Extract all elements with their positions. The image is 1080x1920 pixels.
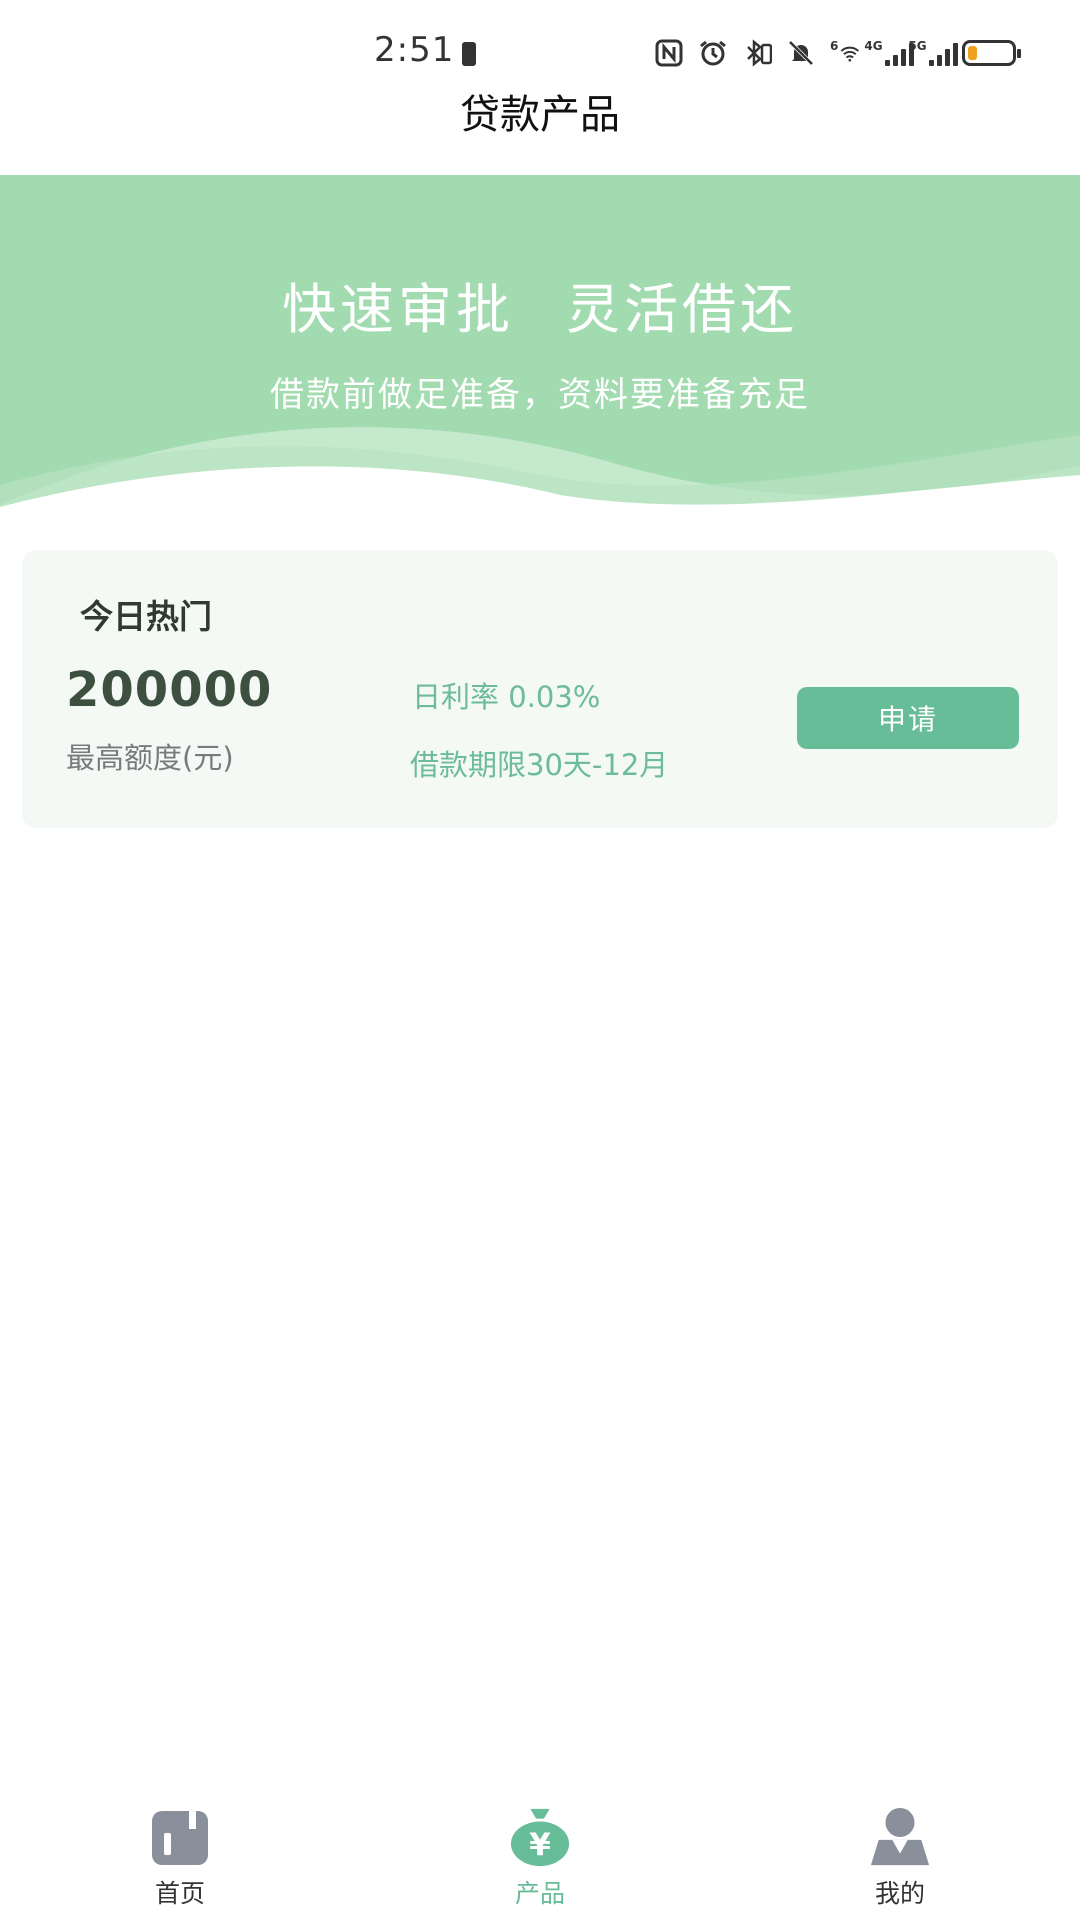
signal-5g-icon: 5G (908, 39, 958, 67)
bottom-nav: 首页 ¥ 产品 我的 (0, 1790, 1080, 1920)
banner-headline-part1: 快速审批 (282, 278, 514, 341)
nav-label-mine: 我的 (874, 1879, 925, 1908)
card-title: 今日热门 (80, 597, 212, 636)
nav-item-home[interactable]: 首页 (0, 1790, 360, 1920)
battery-saver-icon (462, 42, 476, 66)
alarm-icon (698, 39, 728, 67)
nav-label-products: 产品 (514, 1879, 565, 1908)
bluetooth-icon (742, 39, 772, 67)
nav-item-mine[interactable]: 我的 (720, 1790, 1080, 1920)
hot-product-card: 今日热门 200000 最高额度(元) 日利率 0.03% 借款期限30天-12… (22, 550, 1058, 828)
max-amount-value: 200000 (66, 662, 273, 718)
page-title: 贷款产品 (460, 92, 620, 138)
daily-rate: 日利率 0.03% (412, 680, 601, 714)
signal-4g-icon: 4G (864, 39, 914, 67)
loan-term: 借款期限30天-12月 (410, 748, 669, 782)
wifi-icon: 6 (830, 39, 860, 67)
mute-bell-icon (786, 39, 816, 67)
promo-banner: 快速审批 灵活借还 借款前做足准备，资料要准备充足 (0, 175, 1080, 515)
svg-text:¥: ¥ (529, 1827, 551, 1863)
nfc-icon (654, 39, 684, 67)
home-icon (149, 1806, 211, 1868)
status-time: 2:51 (374, 30, 455, 70)
banner-wave-background (0, 175, 1080, 515)
status-icons: 6 4G 5G (654, 36, 1021, 70)
nav-item-products[interactable]: ¥ 产品 (360, 1790, 720, 1920)
user-icon (869, 1806, 931, 1868)
battery-icon (962, 40, 1021, 66)
max-amount-label: 最高额度(元) (66, 741, 234, 775)
banner-headline-part2: 灵活借还 (566, 278, 798, 341)
banner-subtitle: 借款前做足准备，资料要准备充足 (270, 375, 810, 415)
money-bag-icon: ¥ (509, 1806, 571, 1868)
banner-headline: 快速审批 灵活借还 (0, 265, 1080, 344)
apply-button[interactable]: 申请 (797, 687, 1019, 749)
nav-label-home: 首页 (154, 1879, 205, 1908)
